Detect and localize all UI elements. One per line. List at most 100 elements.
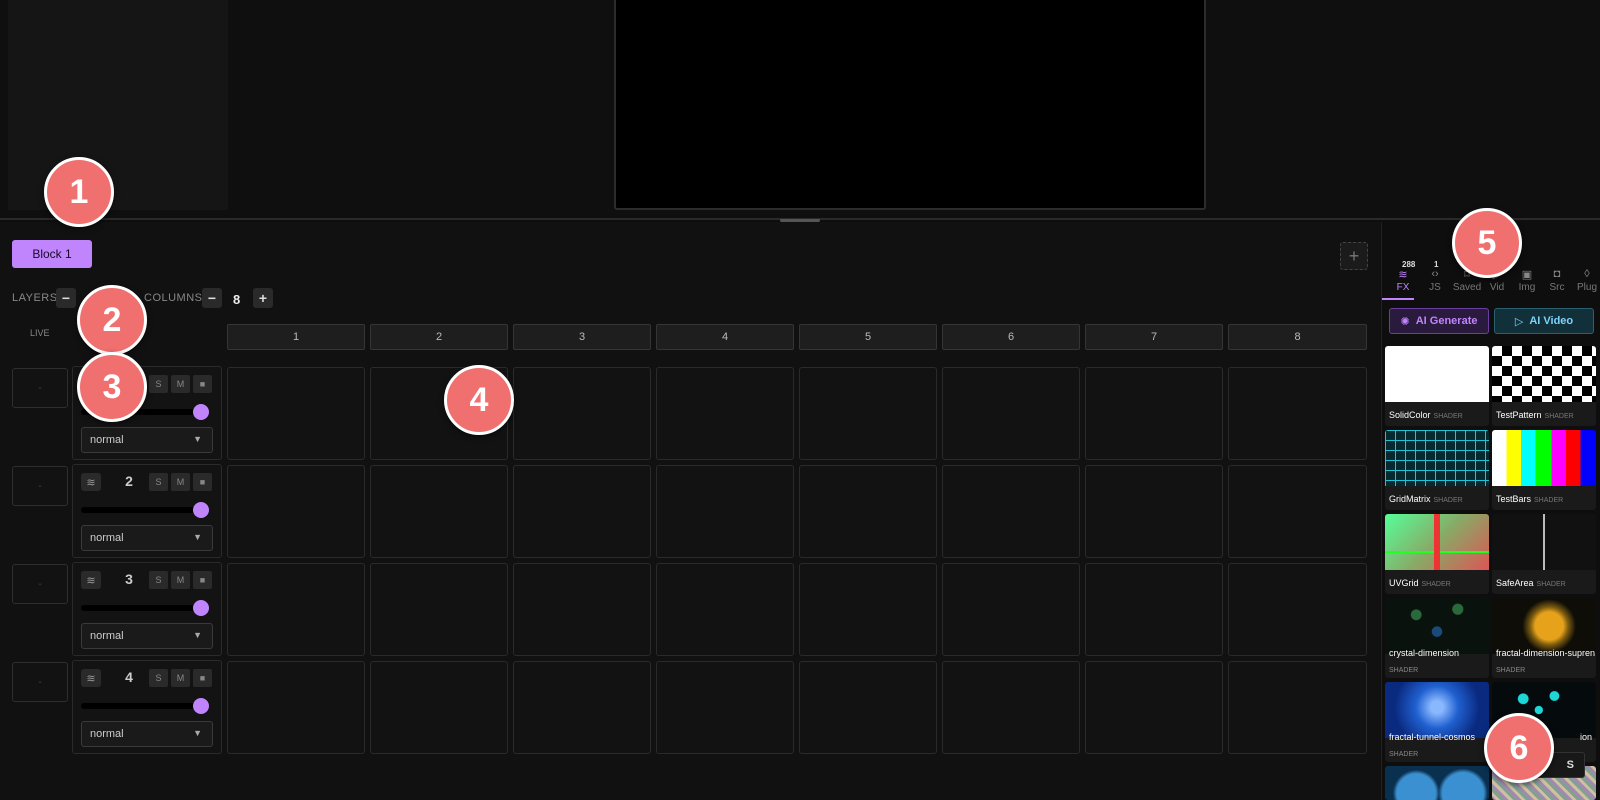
- clip-slot[interactable]: [513, 367, 651, 460]
- tab-label: JS: [1429, 282, 1441, 293]
- clip-slot[interactable]: [656, 661, 794, 754]
- clip-slot[interactable]: [513, 661, 651, 754]
- clip-slot[interactable]: [656, 465, 794, 558]
- preview-canvas[interactable]: [614, 0, 1206, 210]
- clip-slot[interactable]: [227, 465, 365, 558]
- opacity-slider-knob[interactable]: [193, 404, 209, 420]
- fx-label: TestBars SHADER: [1496, 494, 1564, 504]
- column-header[interactable]: 1: [227, 324, 365, 350]
- clip-slot[interactable]: [799, 465, 937, 558]
- fx-card[interactable]: fractal-dimension-supren SHADER: [1492, 598, 1596, 678]
- clip-slot[interactable]: [370, 661, 508, 754]
- opacity-slider[interactable]: [81, 703, 207, 709]
- column-header[interactable]: 7: [1085, 324, 1223, 350]
- fx-card[interactable]: crystal-dimension SHADER: [1385, 598, 1489, 678]
- layers-icon[interactable]: ≋: [81, 669, 101, 687]
- stop-button[interactable]: ■: [193, 375, 212, 393]
- fx-card[interactable]: fractal-tunnel-cosmos SHADER: [1385, 682, 1489, 762]
- blend-mode-select[interactable]: normal ▼: [81, 623, 213, 649]
- blend-mode-select[interactable]: normal ▼: [81, 525, 213, 551]
- column-header[interactable]: 2: [370, 324, 508, 350]
- mute-button[interactable]: M: [171, 473, 190, 491]
- clip-slot[interactable]: [370, 465, 508, 558]
- solo-button[interactable]: S: [149, 375, 168, 393]
- mute-button[interactable]: M: [171, 669, 190, 687]
- blend-mode-select[interactable]: normal ▼: [81, 427, 213, 453]
- layer-live-cell[interactable]: -: [12, 662, 68, 702]
- clip-slot[interactable]: [1085, 367, 1223, 460]
- play-icon: ▷: [1514, 315, 1524, 328]
- block-tab[interactable]: Block 1: [12, 240, 92, 268]
- layers-icon[interactable]: ≋: [81, 473, 101, 491]
- mute-button[interactable]: M: [171, 375, 190, 393]
- clip-slot[interactable]: [1228, 563, 1367, 656]
- clip-slot[interactable]: [799, 661, 937, 754]
- fx-card[interactable]: TestPattern SHADER: [1492, 346, 1596, 426]
- clip-slot[interactable]: [227, 661, 365, 754]
- columns-plus-button[interactable]: +: [253, 288, 273, 308]
- tab-js[interactable]: 1 ‹› JS: [1420, 260, 1450, 293]
- tab-fx[interactable]: 288 ≋ FX: [1388, 260, 1418, 293]
- layer-live-cell[interactable]: -: [12, 466, 68, 506]
- column-header[interactable]: 3: [513, 324, 651, 350]
- layer-live-cell[interactable]: -: [12, 368, 68, 408]
- opacity-slider-knob[interactable]: [193, 698, 209, 714]
- ai-video-label: AI Video: [1529, 315, 1574, 327]
- clip-slot[interactable]: [656, 367, 794, 460]
- clip-slot[interactable]: [1228, 367, 1367, 460]
- clip-slot[interactable]: [942, 661, 1080, 754]
- stop-button[interactable]: ■: [193, 669, 212, 687]
- clip-slot[interactable]: [513, 465, 651, 558]
- mute-button[interactable]: M: [171, 571, 190, 589]
- solo-button[interactable]: S: [149, 669, 168, 687]
- column-header[interactable]: 8: [1228, 324, 1367, 350]
- solo-button[interactable]: S: [149, 571, 168, 589]
- drop-icon: ◊: [1584, 268, 1590, 280]
- opacity-slider[interactable]: [81, 507, 207, 513]
- clip-slot[interactable]: [1228, 661, 1367, 754]
- clip-slot[interactable]: [1228, 465, 1367, 558]
- stop-button[interactable]: ■: [193, 571, 212, 589]
- layers-icon[interactable]: ≋: [81, 571, 101, 589]
- columns-minus-button[interactable]: −: [202, 288, 222, 308]
- tab-plug[interactable]: ◊ Plug: [1572, 268, 1600, 293]
- fx-card[interactable]: UVGrid SHADER: [1385, 514, 1489, 594]
- clip-slot[interactable]: [656, 563, 794, 656]
- fx-card[interactable]: SafeArea SHADER: [1492, 514, 1596, 594]
- clip-slot[interactable]: [513, 563, 651, 656]
- fx-card[interactable]: TestBars SHADER: [1492, 430, 1596, 510]
- left-panel: [8, 0, 228, 210]
- clip-slot[interactable]: [799, 367, 937, 460]
- clip-slot[interactable]: [942, 563, 1080, 656]
- column-header[interactable]: 5: [799, 324, 937, 350]
- clip-slot[interactable]: [799, 563, 937, 656]
- ai-video-button[interactable]: ▷ AI Video: [1494, 308, 1594, 334]
- clip-slot[interactable]: [1085, 563, 1223, 656]
- tab-src[interactable]: ◘ Src: [1542, 268, 1572, 293]
- opacity-slider[interactable]: [81, 605, 207, 611]
- layers-minus-button[interactable]: −: [56, 288, 76, 308]
- clip-slot[interactable]: [1085, 661, 1223, 754]
- column-header[interactable]: 6: [942, 324, 1080, 350]
- add-block-button[interactable]: +: [1340, 242, 1368, 270]
- solo-button[interactable]: S: [149, 473, 168, 491]
- fx-card[interactable]: [1385, 766, 1489, 800]
- clip-slot[interactable]: [370, 563, 508, 656]
- ai-generate-button[interactable]: ✺ AI Generate: [1389, 308, 1489, 334]
- layer-live-cell[interactable]: -: [12, 564, 68, 604]
- opacity-slider-knob[interactable]: [193, 600, 209, 616]
- fx-card[interactable]: GridMatrix SHADER: [1385, 430, 1489, 510]
- clip-slot[interactable]: [942, 367, 1080, 460]
- clip-slot[interactable]: [942, 465, 1080, 558]
- chevron-down-icon: ▼: [193, 630, 202, 640]
- column-header[interactable]: 4: [656, 324, 794, 350]
- clip-slot[interactable]: [1085, 465, 1223, 558]
- stop-button[interactable]: ■: [193, 473, 212, 491]
- opacity-slider-knob[interactable]: [193, 502, 209, 518]
- clip-slot[interactable]: [227, 563, 365, 656]
- tab-label: Img: [1518, 282, 1536, 293]
- blend-mode-select[interactable]: normal ▼: [81, 721, 213, 747]
- tab-img[interactable]: ▣ Img: [1512, 268, 1542, 293]
- clip-slot[interactable]: [227, 367, 365, 460]
- fx-card[interactable]: SolidColor SHADER: [1385, 346, 1489, 426]
